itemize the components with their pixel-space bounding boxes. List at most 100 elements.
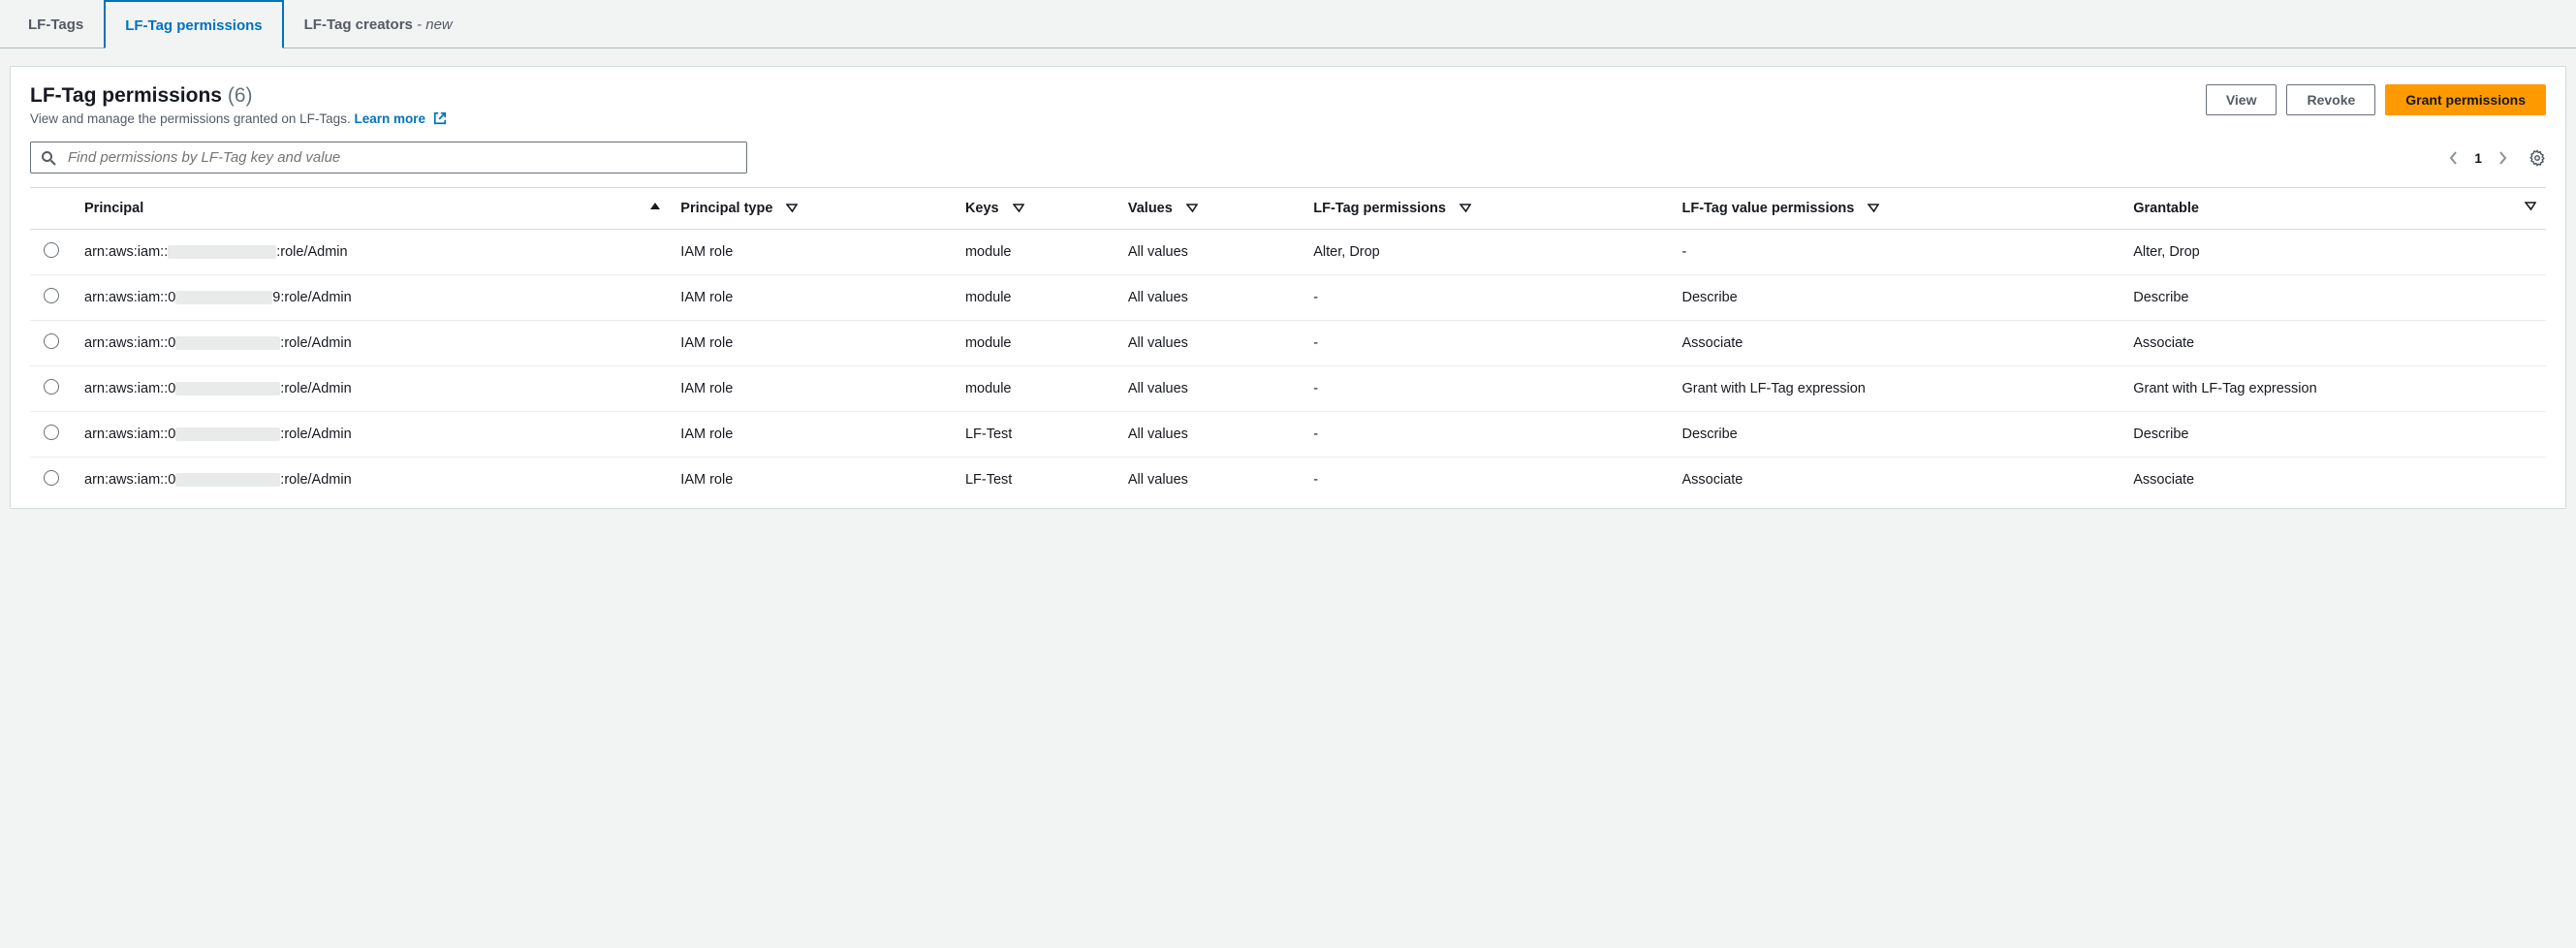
table-row: arn:aws:iam::0:role/Admin IAM role modul… — [30, 366, 2546, 412]
cell-lf-tag-value-permissions: Grant with LF-Tag expression — [1672, 366, 2123, 412]
next-page-button[interactable] — [2497, 150, 2507, 166]
page-title: LF-Tag permissions (6) — [30, 84, 447, 108]
row-radio[interactable] — [44, 470, 59, 486]
revoke-button[interactable]: Revoke — [2286, 84, 2375, 115]
cell-lf-tag-permissions: - — [1304, 275, 1672, 321]
search-box[interactable] — [30, 142, 747, 174]
redacted-segment — [175, 382, 280, 395]
col-grantable[interactable]: Grantable — [2123, 188, 2546, 230]
page-number: 1 — [2474, 150, 2482, 166]
col-label: Values — [1128, 201, 1173, 216]
toolbar: 1 — [30, 142, 2546, 174]
cell-principal-type: IAM role — [671, 275, 956, 321]
cell-lf-tag-permissions: - — [1304, 366, 1672, 412]
redacted-segment — [175, 336, 280, 350]
filter-icon[interactable] — [1460, 203, 1471, 214]
cell-values: All values — [1118, 366, 1304, 412]
col-label: Keys — [965, 201, 999, 216]
cell-principal: arn:aws:iam::0 9:role/Admin — [75, 275, 671, 321]
cell-lf-tag-permissions: - — [1304, 412, 1672, 458]
row-radio[interactable] — [44, 288, 59, 303]
title-text: LF-Tag permissions — [30, 84, 222, 107]
tabs: LF-Tags LF-Tag permissions LF-Tag creato… — [0, 0, 2576, 48]
tab-lf-tags[interactable]: LF-Tags — [8, 0, 104, 48]
cell-principal: arn:aws:iam::0 :role/Admin — [75, 321, 671, 366]
col-values[interactable]: Values — [1118, 188, 1304, 230]
learn-more-link[interactable]: Learn more — [354, 111, 446, 126]
col-select — [30, 188, 75, 230]
filter-icon[interactable] — [1868, 203, 1879, 214]
principal-prefix: arn:aws:iam:: — [84, 244, 168, 260]
cell-grantable: Describe — [2123, 412, 2546, 458]
settings-button[interactable] — [2529, 149, 2546, 167]
principal-prefix: arn:aws:iam::0 — [84, 427, 175, 442]
filter-icon[interactable] — [1013, 203, 1024, 214]
cell-keys: module — [956, 321, 1118, 366]
table-row: arn:aws:iam::0 :role/Admin IAM role modul… — [30, 321, 2546, 366]
cell-principal-type: IAM role — [671, 230, 956, 275]
cell-keys: module — [956, 366, 1118, 412]
view-button[interactable]: View — [2206, 84, 2278, 115]
grant-permissions-button[interactable]: Grant permissions — [2385, 84, 2546, 115]
tab-lf-tag-creators[interactable]: LF-Tag creators - new — [284, 0, 473, 48]
table-row: arn:aws:iam:::role/Admin IAM role module… — [30, 230, 2546, 275]
row-radio[interactable] — [44, 242, 59, 258]
principal-prefix: arn:aws:iam::0 — [84, 290, 175, 305]
row-radio[interactable] — [44, 379, 59, 395]
col-label: Principal — [84, 201, 143, 216]
panel-title-block: LF-Tag permissions (6) View and manage t… — [30, 84, 447, 126]
tab-label: LF-Tag creators — [304, 16, 413, 33]
principal-suffix: 9:role/Admin — [272, 290, 351, 305]
external-link-icon — [433, 111, 447, 125]
new-badge: - new — [413, 16, 453, 33]
principal-suffix: :role/Admin — [276, 244, 347, 260]
col-lf-tag-permissions[interactable]: LF-Tag permissions — [1304, 188, 1672, 230]
cell-principal-type: IAM role — [671, 366, 956, 412]
cell-lf-tag-value-permissions: Describe — [1672, 412, 2123, 458]
cell-principal: arn:aws:iam::0:role/Admin — [75, 366, 671, 412]
col-lf-tag-value-permissions[interactable]: LF-Tag value permissions — [1672, 188, 2123, 230]
principal-suffix: :role/Admin — [280, 335, 351, 351]
col-label: Grantable — [2133, 201, 2199, 216]
filter-icon[interactable] — [786, 203, 798, 214]
row-radio[interactable] — [44, 425, 59, 440]
learn-more-text: Learn more — [354, 111, 425, 126]
table-row: arn:aws:iam::09:role/Admin IAM role modu… — [30, 275, 2546, 321]
cell-grantable: Describe — [2123, 275, 2546, 321]
cell-keys: module — [956, 230, 1118, 275]
cell-principal-type: IAM role — [671, 458, 956, 503]
col-principal-type[interactable]: Principal type — [671, 188, 956, 230]
table-row: arn:aws:iam::0:role/Admin IAM role LF-Te… — [30, 458, 2546, 503]
cell-principal: arn:aws:iam::0:role/Admin — [75, 458, 671, 503]
cell-lf-tag-value-permissions: - — [1672, 230, 2123, 275]
title-count: (6) — [228, 84, 253, 107]
principal-suffix: :role/Admin — [280, 381, 351, 396]
cell-values: All values — [1118, 275, 1304, 321]
prev-page-button[interactable] — [2449, 150, 2459, 166]
cell-grantable: Associate — [2123, 321, 2546, 366]
cell-lf-tag-value-permissions: Associate — [1672, 321, 2123, 366]
col-keys[interactable]: Keys — [956, 188, 1118, 230]
cell-grantable: Alter, Drop — [2123, 230, 2546, 275]
filter-icon[interactable] — [1186, 203, 1198, 214]
cell-keys: LF-Test — [956, 412, 1118, 458]
cell-lf-tag-permissions: Alter, Drop — [1304, 230, 1672, 275]
filter-icon[interactable] — [2525, 201, 2536, 212]
search-input[interactable] — [66, 148, 737, 167]
col-label: LF-Tag value permissions — [1681, 201, 1854, 216]
col-label: Principal type — [680, 201, 772, 216]
principal-prefix: arn:aws:iam::0 — [84, 335, 175, 351]
cell-principal: arn:aws:iam::0:role/Admin — [75, 412, 671, 458]
col-label: LF-Tag permissions — [1313, 201, 1446, 216]
panel-header: LF-Tag permissions (6) View and manage t… — [30, 84, 2546, 126]
redacted-segment — [175, 473, 280, 487]
tab-lf-tag-permissions[interactable]: LF-Tag permissions — [104, 0, 283, 48]
tab-label: LF-Tags — [28, 16, 83, 33]
cell-values: All values — [1118, 321, 1304, 366]
principal-prefix: arn:aws:iam::0 — [84, 472, 175, 488]
col-principal[interactable]: Principal — [75, 188, 671, 230]
cell-principal-type: IAM role — [671, 321, 956, 366]
cell-principal: arn:aws:iam:::role/Admin — [75, 230, 671, 275]
cell-lf-tag-value-permissions: Describe — [1672, 275, 2123, 321]
row-radio[interactable] — [44, 333, 59, 349]
